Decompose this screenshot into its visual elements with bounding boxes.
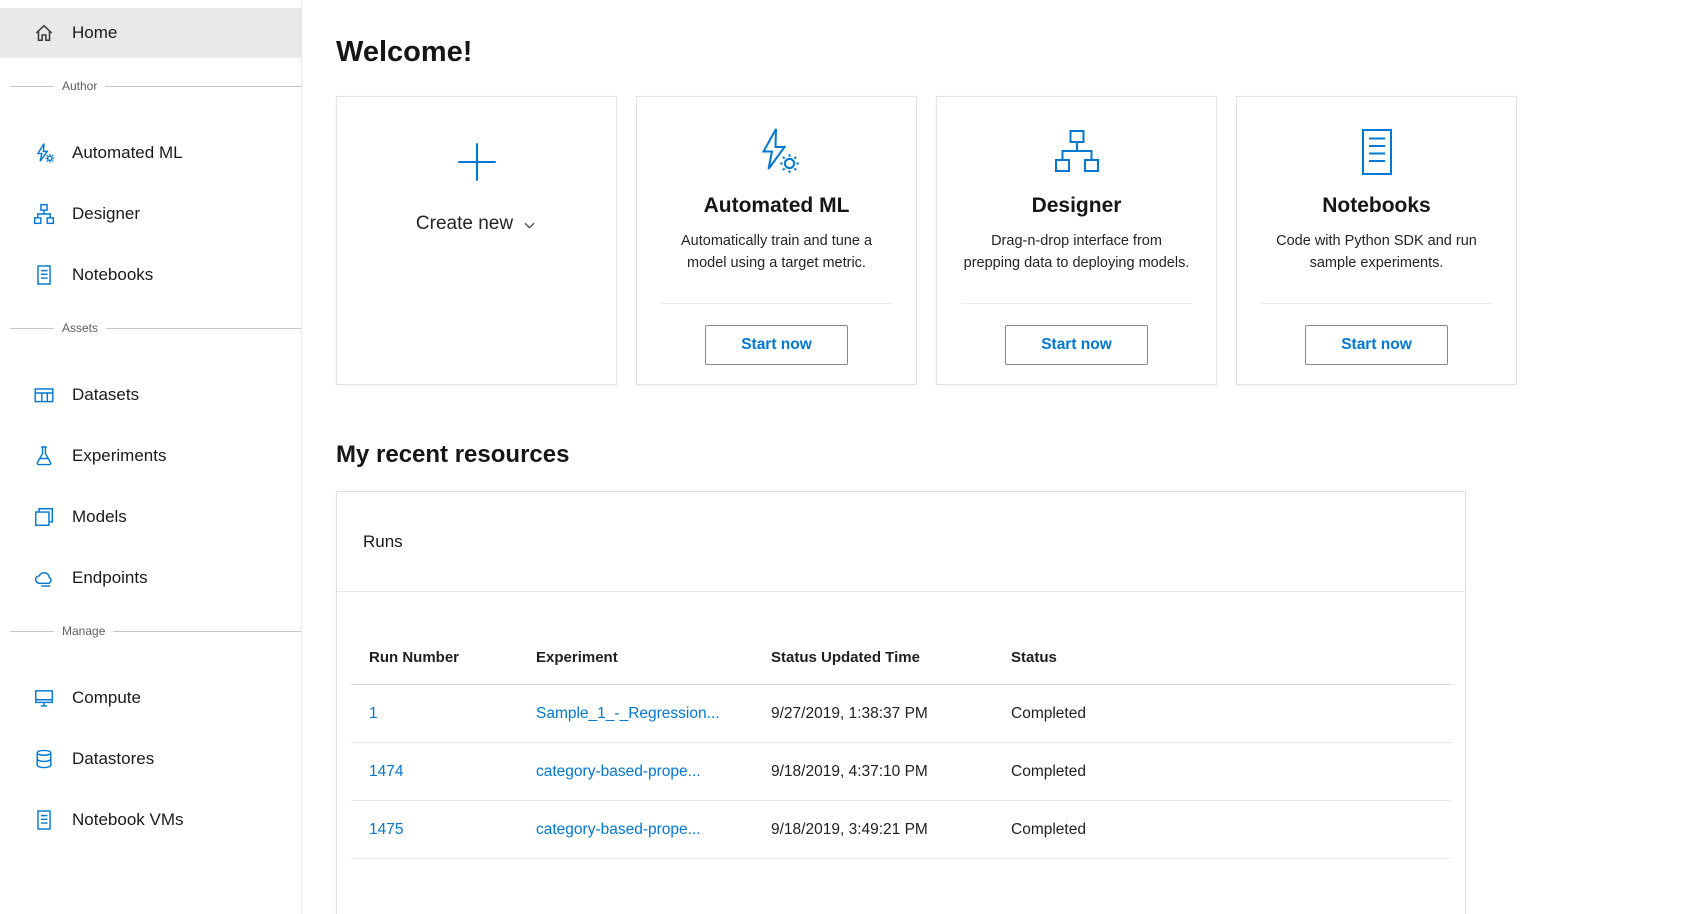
start-now-button[interactable]: Start now bbox=[1305, 325, 1448, 365]
automated-ml-icon bbox=[33, 142, 55, 164]
tab-runs[interactable]: Runs bbox=[363, 532, 403, 552]
table-row: 1 Sample_1_-_Regression... 9/27/2019, 1:… bbox=[351, 685, 1451, 743]
experiments-icon bbox=[33, 445, 55, 467]
sidebar-item-label: Notebook VMs bbox=[72, 810, 184, 830]
recent-resources-title: My recent resources bbox=[336, 441, 1686, 469]
datastores-icon bbox=[33, 748, 55, 770]
card-description: Code with Python SDK and run sample expe… bbox=[1237, 230, 1516, 274]
card-automated-ml: Automated ML Automatically train and tun… bbox=[636, 96, 917, 385]
card-description: Drag-n-drop interface from prepping data… bbox=[937, 230, 1216, 274]
sidebar-item-endpoints[interactable]: Endpoints bbox=[0, 553, 301, 603]
sidebar-item-datastores[interactable]: Datastores bbox=[0, 734, 301, 784]
create-new-card[interactable]: Create new bbox=[336, 96, 617, 385]
section-label: Author bbox=[54, 79, 105, 93]
card-notebooks: Notebooks Code with Python SDK and run s… bbox=[1236, 96, 1517, 385]
card-description: Automatically train and tune a model usi… bbox=[637, 230, 916, 274]
sidebar-item-datasets[interactable]: Datasets bbox=[0, 370, 301, 420]
designer-card-icon bbox=[1053, 124, 1101, 180]
status-updated-time: 9/18/2019, 4:37:10 PM bbox=[771, 763, 1011, 781]
sidebar: Home Author Automated ML bbox=[0, 0, 302, 914]
endpoints-icon bbox=[33, 567, 55, 589]
status-value: Completed bbox=[1011, 705, 1451, 723]
section-divider-line bbox=[105, 86, 301, 87]
quick-start-cards: Create new Automated ML bbox=[336, 96, 1686, 385]
notebooks-icon bbox=[33, 264, 55, 286]
sidebar-item-label: Datastores bbox=[72, 749, 154, 769]
app-window: Home Author Automated ML bbox=[0, 0, 1686, 914]
card-designer: Designer Drag-n-drop interface from prep… bbox=[936, 96, 1217, 385]
status-value: Completed bbox=[1011, 763, 1451, 781]
sidebar-section-manage: Manage bbox=[0, 621, 301, 641]
status-updated-time: 9/18/2019, 3:49:21 PM bbox=[771, 821, 1011, 839]
run-number-link[interactable]: 1 bbox=[369, 705, 378, 722]
runs-table: Run Number Experiment Status Updated Tim… bbox=[337, 592, 1465, 859]
section-divider-line bbox=[113, 631, 301, 632]
section-divider-line bbox=[10, 631, 54, 632]
section-divider-line bbox=[10, 86, 54, 87]
sidebar-item-label: Compute bbox=[72, 688, 141, 708]
sidebar-item-automated-ml[interactable]: Automated ML bbox=[0, 128, 301, 178]
status-value: Completed bbox=[1011, 821, 1451, 839]
status-updated-time: 9/27/2019, 1:38:37 PM bbox=[771, 705, 1011, 723]
run-number-link[interactable]: 1475 bbox=[369, 821, 403, 838]
column-header-experiment: Experiment bbox=[536, 649, 771, 666]
sidebar-section-assets: Assets bbox=[0, 318, 301, 338]
experiment-link[interactable]: category-based-prope... bbox=[536, 821, 701, 838]
column-header-run-number: Run Number bbox=[369, 649, 536, 666]
sidebar-item-label: Notebooks bbox=[72, 265, 153, 285]
table-row: 1475 category-based-prope... 9/18/2019, … bbox=[351, 801, 1451, 859]
section-label: Manage bbox=[54, 624, 113, 638]
create-new-dropdown[interactable]: Create new bbox=[416, 213, 537, 235]
sidebar-item-label: Designer bbox=[72, 204, 140, 224]
automated-ml-card-icon bbox=[751, 124, 803, 180]
section-divider-line bbox=[10, 328, 54, 329]
create-new-label: Create new bbox=[416, 213, 513, 235]
models-icon bbox=[33, 506, 55, 528]
sidebar-item-label: Experiments bbox=[72, 446, 166, 466]
sidebar-item-label: Automated ML bbox=[72, 143, 183, 163]
card-divider bbox=[961, 303, 1192, 304]
section-divider-line bbox=[106, 328, 301, 329]
sidebar-section-author: Author bbox=[0, 76, 301, 96]
sidebar-item-label: Models bbox=[72, 507, 127, 527]
sidebar-item-label: Endpoints bbox=[72, 568, 148, 588]
main-content: Welcome! Create new bbox=[302, 0, 1686, 914]
sidebar-item-notebook-vms[interactable]: Notebook VMs bbox=[0, 795, 301, 845]
table-header-row: Run Number Experiment Status Updated Tim… bbox=[351, 592, 1451, 685]
chevron-down-icon bbox=[522, 215, 537, 233]
sidebar-item-label: Datasets bbox=[72, 385, 139, 405]
run-number-link[interactable]: 1474 bbox=[369, 763, 403, 780]
start-now-button[interactable]: Start now bbox=[1005, 325, 1148, 365]
designer-icon bbox=[33, 203, 55, 225]
page-title: Welcome! bbox=[336, 36, 1686, 69]
column-header-status: Status bbox=[1011, 649, 1451, 666]
sidebar-item-compute[interactable]: Compute bbox=[0, 673, 301, 723]
table-row: 1474 category-based-prope... 9/18/2019, … bbox=[351, 743, 1451, 801]
home-icon bbox=[33, 22, 55, 44]
card-divider bbox=[661, 303, 892, 304]
plus-icon bbox=[452, 137, 502, 187]
card-divider bbox=[1261, 303, 1492, 304]
column-header-status-updated-time: Status Updated Time bbox=[771, 649, 1011, 666]
card-title: Notebooks bbox=[1322, 194, 1431, 218]
notebook-vms-icon bbox=[33, 809, 55, 831]
card-title: Automated ML bbox=[704, 194, 850, 218]
runs-panel: Runs Run Number Experiment Status Update… bbox=[336, 491, 1466, 914]
card-title: Designer bbox=[1032, 194, 1122, 218]
sidebar-item-notebooks[interactable]: Notebooks bbox=[0, 250, 301, 300]
notebooks-card-icon bbox=[1354, 124, 1400, 180]
compute-icon bbox=[33, 687, 55, 709]
experiment-link[interactable]: Sample_1_-_Regression... bbox=[536, 705, 720, 722]
section-label: Assets bbox=[54, 321, 106, 335]
sidebar-item-experiments[interactable]: Experiments bbox=[0, 431, 301, 481]
sidebar-item-label: Home bbox=[72, 23, 117, 43]
datasets-icon bbox=[33, 384, 55, 406]
start-now-button[interactable]: Start now bbox=[705, 325, 848, 365]
experiment-link[interactable]: category-based-prope... bbox=[536, 763, 701, 780]
runs-tab-row: Runs bbox=[337, 492, 1465, 592]
sidebar-item-home[interactable]: Home bbox=[0, 8, 301, 58]
sidebar-item-models[interactable]: Models bbox=[0, 492, 301, 542]
sidebar-item-designer[interactable]: Designer bbox=[0, 189, 301, 239]
